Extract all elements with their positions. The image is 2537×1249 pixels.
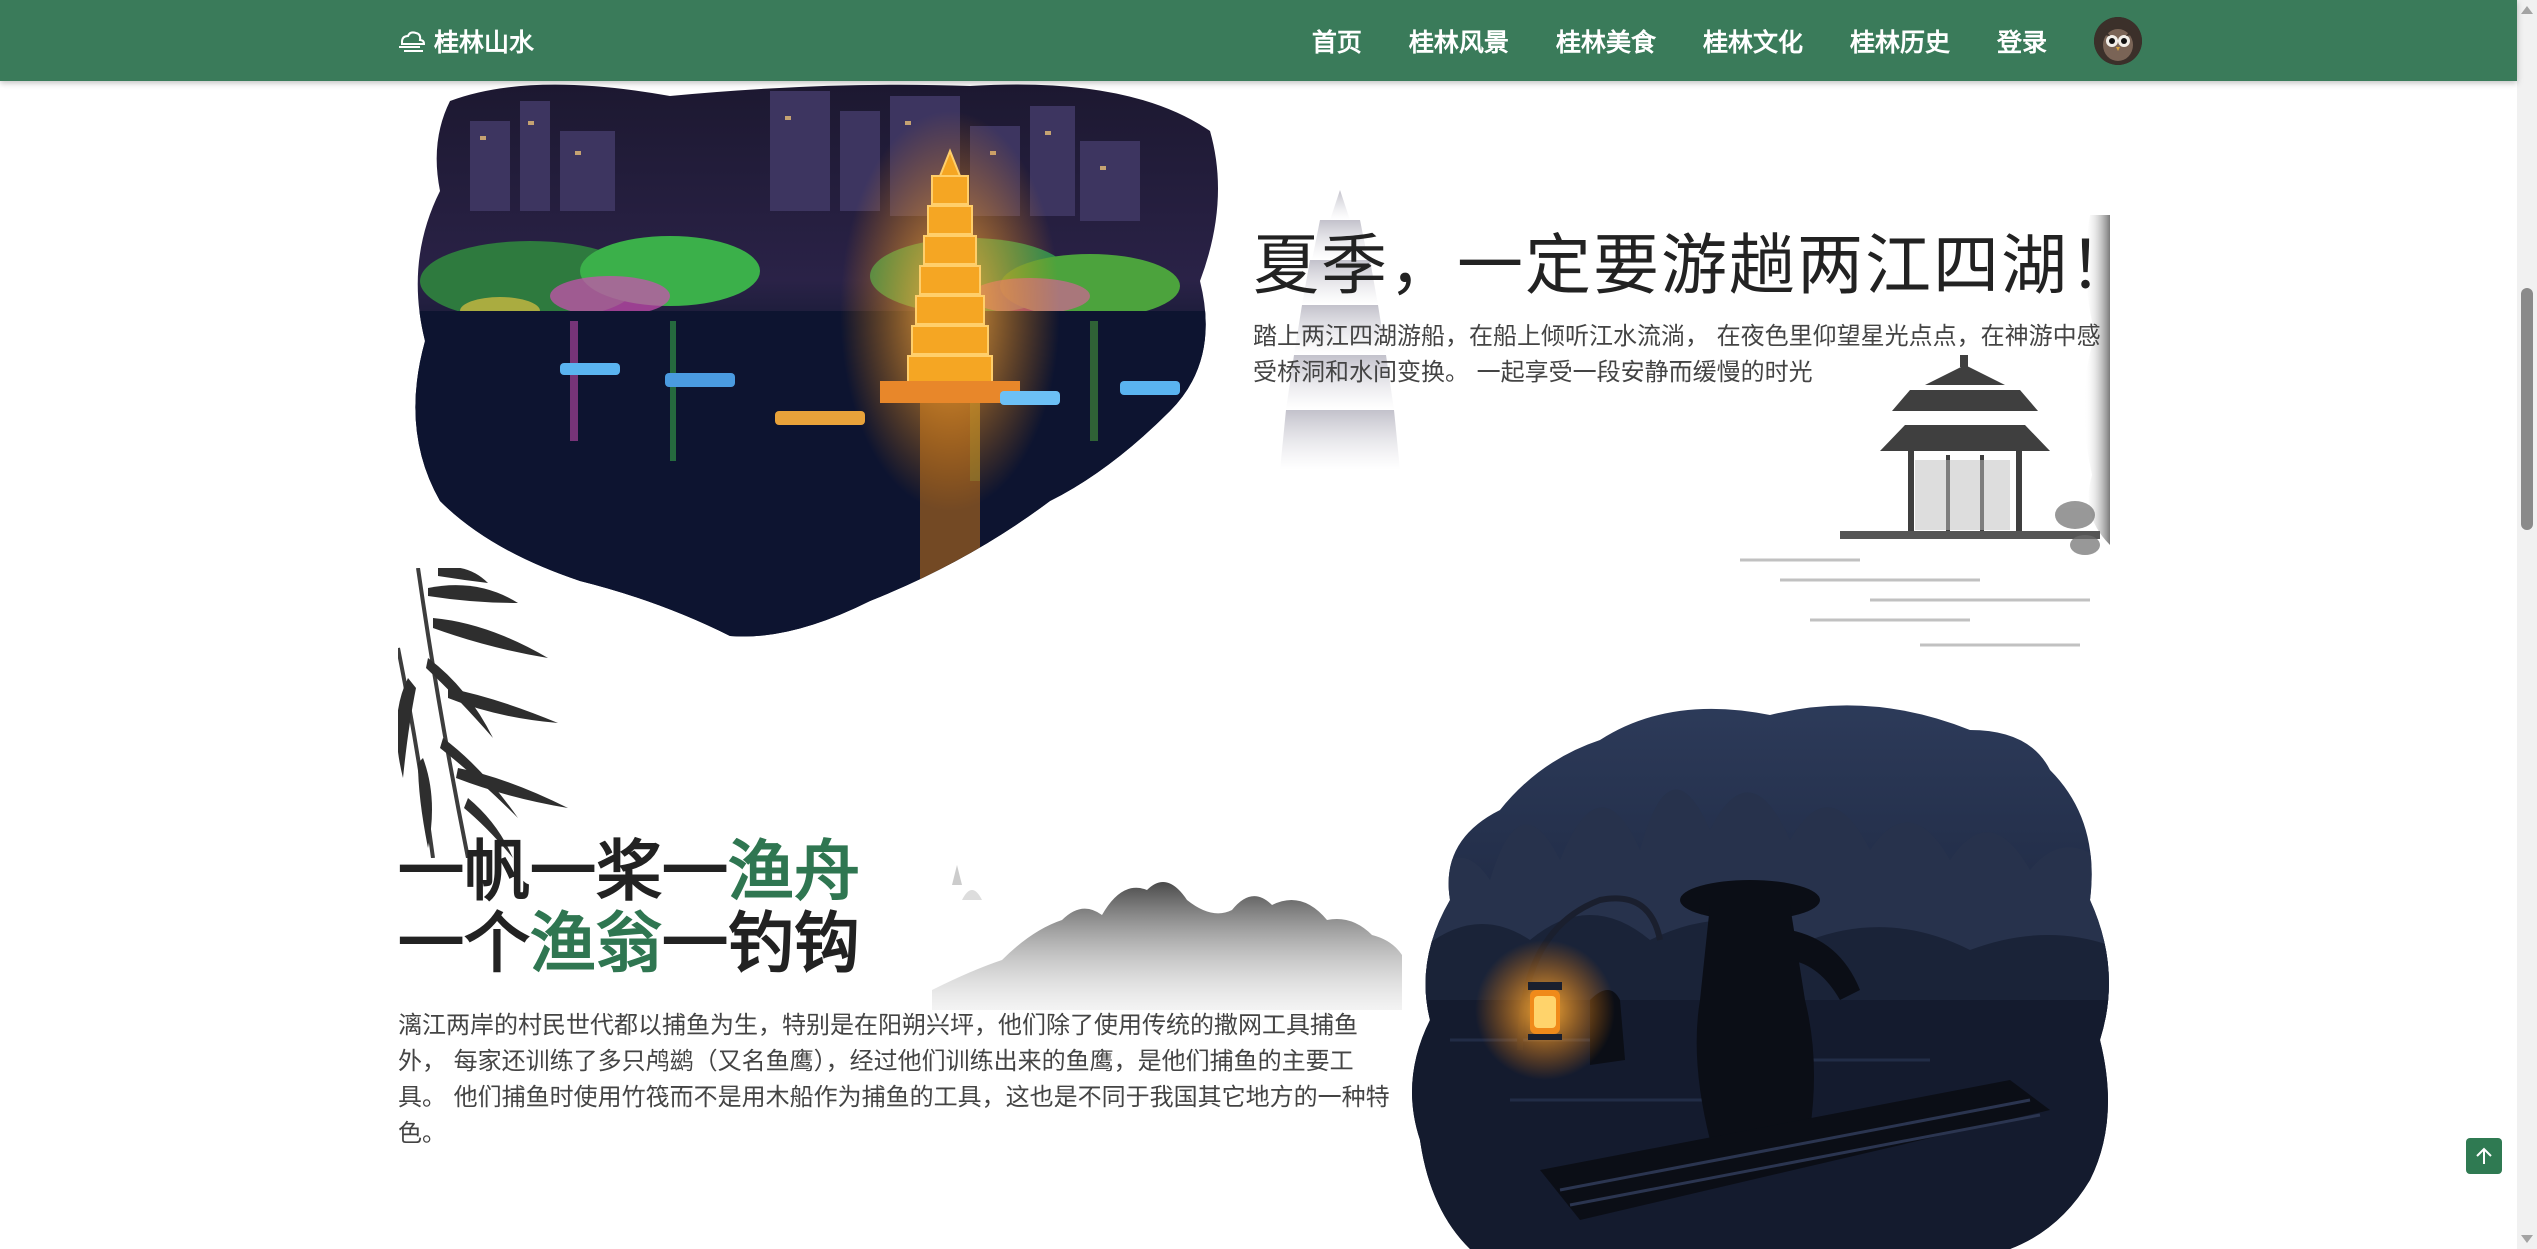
fisherman-lantern-image — [1412, 705, 2109, 1249]
owl-avatar-icon — [2094, 16, 2142, 65]
section1-description: 踏上两江四湖游船，在船上倾听江水流淌， 在夜色里仰望星光点点，在神游中感受桥洞和… — [1253, 322, 2101, 386]
back-to-top-button[interactable] — [2466, 1138, 2502, 1174]
scroll-thumb[interactable] — [2521, 288, 2533, 530]
user-avatar[interactable] — [2094, 16, 2142, 65]
scroll-up-arrow-icon[interactable] — [2521, 6, 2533, 14]
ink-mountains-decoration — [932, 865, 1402, 1010]
scroll-down-arrow-icon[interactable] — [2521, 1235, 2533, 1243]
nav-login[interactable]: 登录 — [1997, 23, 2047, 59]
title-line2-a: 一个 — [398, 905, 530, 982]
bamboo-ink-decoration — [398, 568, 568, 858]
section2-title: 一帆一桨一渔舟 一个渔翁一钓钩 — [398, 836, 860, 980]
nav-home[interactable]: 首页 — [1312, 23, 1362, 59]
night-pagoda-lake-image — [415, 84, 1218, 637]
page-scrollbar[interactable] — [2517, 0, 2537, 1249]
brand-name: 桂林山水 — [434, 27, 535, 57]
nav-history[interactable]: 桂林历史 — [1850, 23, 1950, 59]
nav-culture[interactable]: 桂林文化 — [1703, 23, 1803, 59]
brand-logo[interactable]: 桂林山水 — [396, 0, 534, 81]
section2-description: 漓江两岸的村民世代都以捕鱼为生，特别是在阳朔兴坪，他们除了使用传统的撒网工具捕鱼… — [398, 1011, 1390, 1147]
nav-menu: 首页 桂林风景 桂林美食 桂林文化 桂林历史 登录 — [1312, 0, 2142, 81]
title-line2-highlight: 渔翁 — [530, 905, 662, 982]
title-line2-c: 一钓钩 — [662, 905, 860, 982]
cloud-logo-icon — [399, 30, 426, 52]
arrow-up-icon — [2476, 1147, 2492, 1164]
title-line1-highlight: 渔舟 — [728, 833, 860, 910]
title-line1-a: 一帆一桨一 — [398, 833, 728, 910]
section1-title: 夏季，一定要游趟两江四湖！ — [1253, 227, 2137, 304]
nav-food[interactable]: 桂林美食 — [1556, 23, 1656, 59]
nav-scenery[interactable]: 桂林风景 — [1409, 23, 1509, 59]
top-navbar: 桂林山水 首页 桂林风景 桂林美食 桂林文化 桂林历史 登录 — [0, 0, 2517, 81]
